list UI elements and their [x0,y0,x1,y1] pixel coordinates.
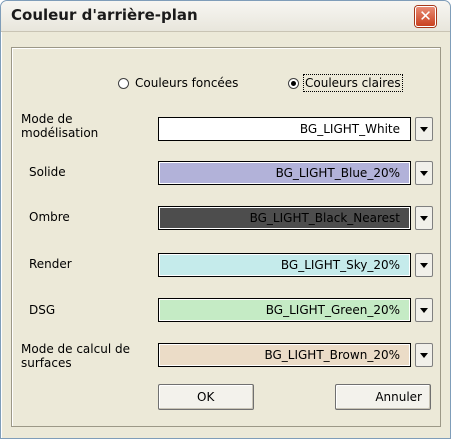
combo-dsg-field[interactable]: BG_LIGHT_Green_20% [158,298,411,322]
background-color-dialog: Couleur d'arrière-plan ✕ Couleurs foncée… [0,0,451,439]
label-solid: Solide [29,165,66,179]
combo-shadow-field[interactable]: BG_LIGHT_Black_Nearest [158,206,411,230]
combo-dsg[interactable]: BG_LIGHT_Green_20% [158,298,433,322]
radio-light-colors[interactable]: Couleurs claires [288,74,403,92]
combo-dsg-dropdown-button[interactable] [415,298,433,322]
combo-solid-dropdown-button[interactable] [415,161,433,185]
close-icon: ✕ [419,7,432,25]
title-bar[interactable]: Couleur d'arrière-plan ✕ [1,1,450,32]
chevron-down-icon [420,307,428,313]
radio-light-label: Couleurs claires [303,74,403,92]
radio-dark-label: Couleurs foncées [135,76,239,90]
combo-shadow[interactable]: BG_LIGHT_Black_Nearest [158,206,433,230]
combo-surface-calc-mode-field[interactable]: BG_LIGHT_Brown_20% [158,343,411,367]
combo-surface-calc-mode[interactable]: BG_LIGHT_Brown_20% [158,343,433,367]
label-render: Render [29,257,72,271]
combo-solid[interactable]: BG_LIGHT_Blue_20% [158,161,433,185]
chevron-down-icon [420,126,428,132]
label-dsg: DSG [29,303,56,317]
combo-surface-calc-mode-dropdown-button[interactable] [415,343,433,367]
ok-button[interactable]: OK [158,384,254,410]
close-button[interactable]: ✕ [415,6,436,27]
combo-modeling-mode-dropdown-button[interactable] [415,117,433,141]
radio-light-indicator[interactable] [288,77,299,89]
radio-dark-colors[interactable]: Couleurs foncées [118,76,238,90]
dialog-title: Couleur d'arrière-plan [11,6,198,24]
radio-dark-indicator[interactable] [118,77,129,89]
settings-frame [11,47,441,427]
label-surface-calc-mode: Mode de calcul de surfaces [21,342,130,370]
chevron-down-icon [420,215,428,221]
combo-modeling-mode[interactable]: BG_LIGHT_White [158,117,433,141]
chevron-down-icon [420,170,428,176]
label-shadow: Ombre [29,210,70,224]
label-modeling-mode: Mode de modélisation [21,112,99,140]
combo-solid-field[interactable]: BG_LIGHT_Blue_20% [158,161,411,185]
chevron-down-icon [420,262,428,268]
combo-render-dropdown-button[interactable] [415,253,433,277]
combo-render-field[interactable]: BG_LIGHT_Sky_20% [158,253,411,277]
cancel-button[interactable]: Annuler [335,384,431,410]
chevron-down-icon [420,352,428,358]
combo-modeling-mode-field[interactable]: BG_LIGHT_White [158,117,411,141]
combo-shadow-dropdown-button[interactable] [415,206,433,230]
combo-render[interactable]: BG_LIGHT_Sky_20% [158,253,433,277]
